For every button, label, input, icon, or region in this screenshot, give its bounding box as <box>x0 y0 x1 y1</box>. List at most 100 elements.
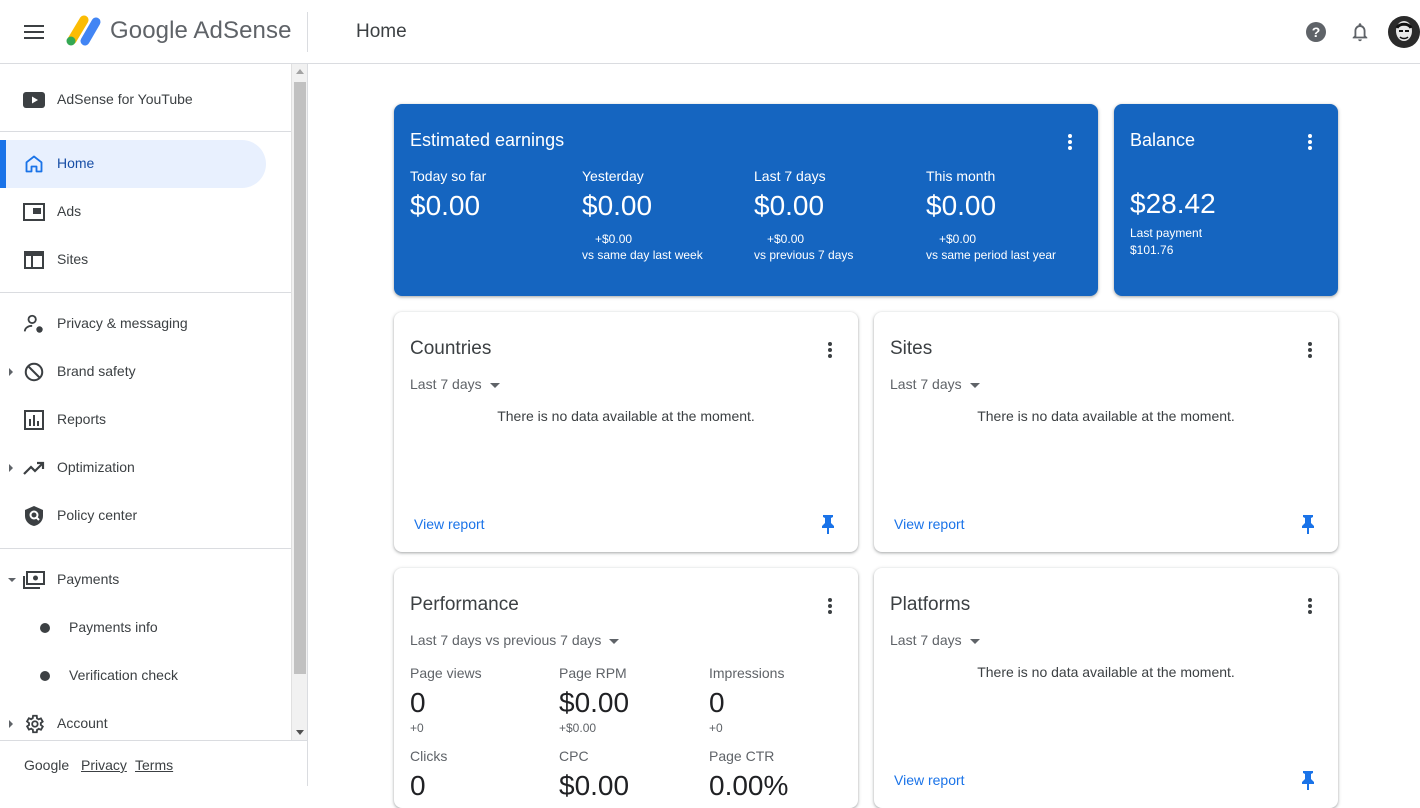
expand-caret-icon[interactable] <box>9 464 13 472</box>
metric-label: Page views <box>410 665 482 681</box>
metric-value: $0.00 <box>559 687 630 718</box>
sidebar-item-reports[interactable]: Reports <box>0 396 266 444</box>
metric-value: $0.00 <box>926 190 997 221</box>
footer-terms-link[interactable]: Terms <box>135 757 173 773</box>
period-dropdown[interactable]: Last 7 days vs previous 7 days <box>410 632 620 648</box>
sidebar-item-label: Privacy & messaging <box>57 315 188 331</box>
period-dropdown[interactable]: Last 7 days <box>890 376 980 392</box>
view-report-link[interactable]: View report <box>414 516 485 532</box>
pin-icon[interactable] <box>1300 514 1320 534</box>
dropdown-arrow-icon <box>969 382 980 388</box>
block-icon <box>22 360 46 384</box>
metric-value: 0 <box>709 687 725 718</box>
metric-value: $0.00 <box>410 190 481 221</box>
balance-amount: $28.42 <box>1130 188 1216 219</box>
account-avatar[interactable] <box>1388 16 1420 48</box>
sidebar-item-label: Sites <box>57 251 89 267</box>
metric-delta: +0 <box>709 721 723 735</box>
sidebar-item-privacy-messaging[interactable]: Privacy & messaging <box>0 300 266 348</box>
expand-caret-icon[interactable] <box>9 368 13 376</box>
no-data-message: There is no data available at the moment… <box>977 408 1235 424</box>
sidebar-nav: AdSense for YouTube Home Ads Sites Priva… <box>0 64 291 740</box>
help-icon[interactable]: ? <box>1302 18 1330 46</box>
youtube-icon <box>22 88 46 112</box>
sites-icon <box>22 248 46 272</box>
sidebar-item-label: Payments <box>57 571 120 587</box>
no-data-message: There is no data available at the moment… <box>497 408 755 424</box>
reports-icon <box>22 408 46 432</box>
view-report-link[interactable]: View report <box>894 516 965 532</box>
adsense-logo-icon[interactable] <box>64 14 104 48</box>
estimated-earnings-card: Estimated earnings Today so far $0.00 Ye… <box>394 104 1098 296</box>
hamburger-menu-icon[interactable] <box>16 14 52 50</box>
sites-card: Sites Last 7 days There is no data avail… <box>874 312 1338 552</box>
sidebar-item-label: Brand safety <box>57 363 136 379</box>
perf-metric-cpc: CPC $0.00 <box>559 748 699 802</box>
footer-privacy-link[interactable]: Privacy <box>81 757 127 773</box>
pin-icon[interactable] <box>1300 770 1320 790</box>
sidebar-item-optimization[interactable]: Optimization <box>0 444 266 492</box>
sidebar-item-home[interactable]: Home <box>0 140 266 188</box>
more-options-icon[interactable] <box>1058 130 1082 154</box>
perf-metric-page-ctr: Page CTR 0.00% <box>709 748 849 802</box>
notifications-bell-icon[interactable] <box>1346 18 1374 46</box>
period-label: Last 7 days <box>410 376 482 392</box>
sidebar-item-verification-check[interactable]: Verification check <box>0 652 266 700</box>
sidebar-item-sites[interactable]: Sites <box>0 236 266 284</box>
pin-icon[interactable] <box>820 514 840 534</box>
period-label: Last 7 days <box>890 376 962 392</box>
sidebar-item-payments-info[interactable]: Payments info <box>0 604 266 652</box>
sidebar-scrollbar[interactable] <box>291 64 307 740</box>
period-dropdown[interactable]: Last 7 days <box>410 376 500 392</box>
earnings-metric-last-7-days: Last 7 days $0.00 +$0.00 vs previous 7 d… <box>754 168 914 262</box>
more-options-icon[interactable] <box>1298 130 1322 154</box>
sidebar-item-label: Home <box>57 155 95 171</box>
period-dropdown[interactable]: Last 7 days <box>890 632 980 648</box>
sidebar-item-brand-safety[interactable]: Brand safety <box>0 348 266 396</box>
metric-label: Today so far <box>410 168 487 184</box>
sidebar-item-label: Optimization <box>57 459 135 475</box>
metric-label: Impressions <box>709 665 785 681</box>
metric-label: This month <box>926 168 996 184</box>
top-app-bar: Google AdSense Home ? <box>0 0 1420 64</box>
sidebar-item-adsense-for-youtube[interactable]: AdSense for YouTube <box>0 76 266 124</box>
dropdown-arrow-icon <box>489 382 500 388</box>
metric-label: Last 7 days <box>754 168 826 184</box>
earnings-metric-yesterday: Yesterday $0.00 +$0.00 vs same day last … <box>582 168 742 262</box>
sites-title: Sites <box>890 338 933 359</box>
scroll-thumb[interactable] <box>294 82 306 674</box>
metric-compare: vs same period last year <box>926 248 1057 262</box>
home-icon <box>22 152 46 176</box>
metric-delta: +$0.00 <box>559 721 597 735</box>
last-payment-value: $101.76 <box>1130 243 1174 257</box>
metric-label: Page RPM <box>559 665 627 681</box>
sidebar-item-label: Verification check <box>69 667 178 683</box>
dropdown-arrow-icon <box>969 638 980 644</box>
metric-delta: +$0.00 <box>939 232 977 246</box>
metric-compare: vs same day last week <box>582 248 703 262</box>
more-options-icon[interactable] <box>818 338 842 362</box>
metric-label: Yesterday <box>582 168 644 184</box>
expand-caret-icon[interactable] <box>9 720 13 728</box>
sidebar-item-policy-center[interactable]: Policy center <box>0 492 266 540</box>
sidebar-item-account[interactable]: Account <box>0 700 266 740</box>
sidebar-item-label: Policy center <box>57 507 138 523</box>
more-options-icon[interactable] <box>1298 338 1322 362</box>
collapse-caret-icon[interactable] <box>8 578 16 582</box>
more-options-icon[interactable] <box>1298 594 1322 618</box>
sidebar-divider <box>0 548 291 549</box>
period-label: Last 7 days <box>890 632 962 648</box>
payments-icon <box>22 568 46 592</box>
header-divider <box>307 12 308 52</box>
sidebar-item-ads[interactable]: Ads <box>0 188 266 236</box>
metric-value: $0.00 <box>559 770 630 801</box>
metric-compare: vs previous 7 days <box>754 248 854 262</box>
earnings-metric-today: Today so far $0.00 <box>410 168 570 222</box>
metric-value: 0.00% <box>709 770 789 801</box>
perf-metric-page-views: Page views 0 +0 <box>410 665 550 735</box>
scroll-down-arrow-icon[interactable] <box>296 730 304 735</box>
more-options-icon[interactable] <box>818 594 842 618</box>
sidebar-item-payments[interactable]: Payments <box>0 556 266 604</box>
active-indicator <box>0 140 6 188</box>
scroll-up-arrow-icon[interactable] <box>296 69 304 74</box>
